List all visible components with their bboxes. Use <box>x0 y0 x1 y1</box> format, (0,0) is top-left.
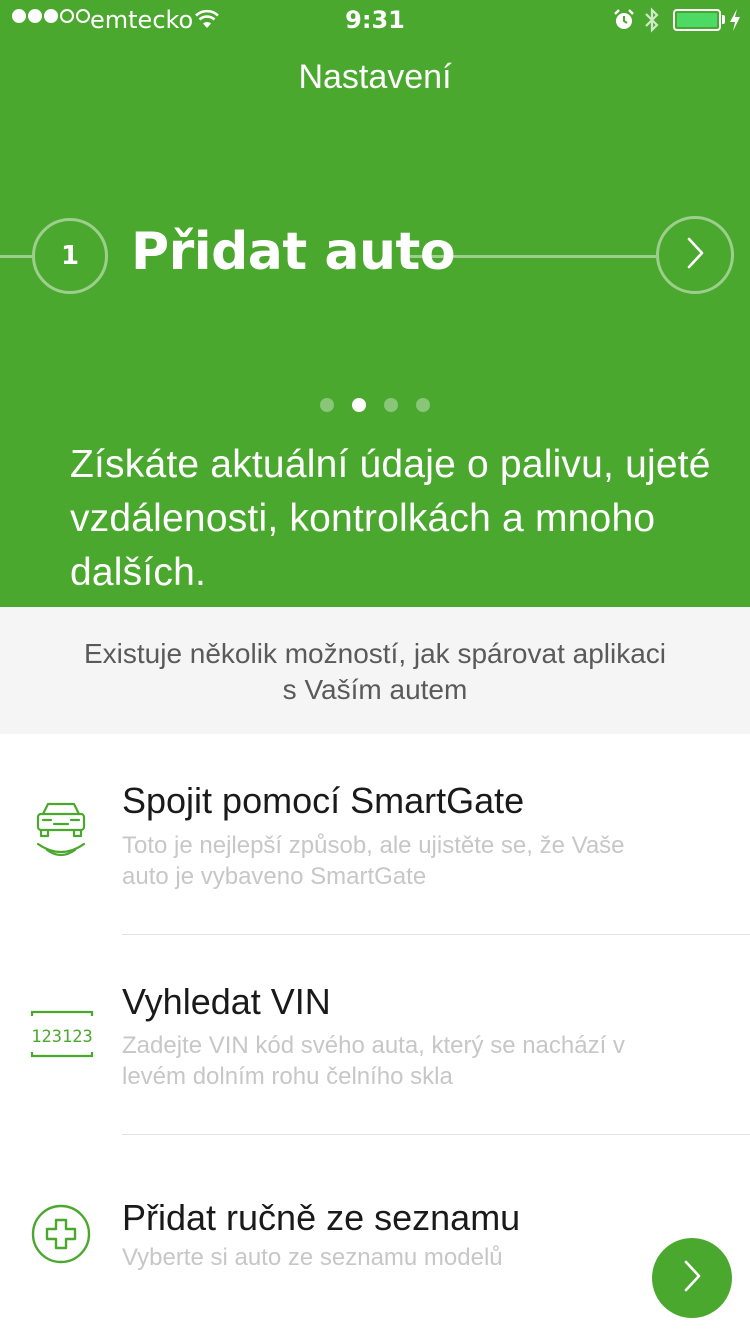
page-dot[interactable] <box>320 398 334 412</box>
battery-icon <box>673 9 721 31</box>
bluetooth-icon <box>643 6 661 40</box>
option-subtitle: Toto je nejlepší způsob, ale ujistěte se… <box>122 830 712 892</box>
page-title: Nastavení <box>298 58 452 96</box>
page-dot-active[interactable] <box>352 398 366 412</box>
progress-line-left <box>0 255 32 258</box>
chevron-right-icon <box>681 1259 703 1297</box>
page-dot[interactable] <box>384 398 398 412</box>
battery-level <box>677 13 717 27</box>
step-title: Přidat auto <box>131 222 456 282</box>
continue-fab-button[interactable] <box>652 1238 732 1318</box>
smartgate-car-icon <box>30 800 92 870</box>
status-bar: emtecko 9:31 <box>0 0 750 40</box>
option-add-manually[interactable]: Přidat ručně ze seznamu Vyberte si auto … <box>0 1135 750 1334</box>
option-subtitle-line: levém dolním rohu čelního skla <box>122 1063 453 1090</box>
clock-time: 9:31 <box>345 6 405 34</box>
option-subtitle-line: auto je vybaveno SmartGate <box>122 863 427 890</box>
option-title: Přidat ručně ze seznamu <box>122 1197 521 1238</box>
alarm-icon <box>612 8 636 38</box>
option-subtitle-line: Zadejte VIN kód svého auta, který se nac… <box>122 1032 625 1059</box>
step-description: Získáte aktuální údaje o palivu, ujeté v… <box>70 443 711 594</box>
option-smartgate[interactable]: Spojit pomocí SmartGate Toto je nejlepší… <box>0 734 750 934</box>
next-step-button[interactable] <box>656 216 734 294</box>
info-text-line2: s Vaším autem <box>282 674 468 705</box>
charging-bolt-icon <box>728 8 742 38</box>
pairing-info-banner: Existuje několik možností, jak spárovat … <box>0 607 750 734</box>
option-vin[interactable]: 123123 Vyhledat VIN Zadejte VIN kód svéh… <box>0 935 750 1134</box>
step-number-badge: 1 <box>32 218 108 294</box>
step-number: 1 <box>60 241 80 271</box>
option-subtitle: Zadejte VIN kód svého auta, který se nac… <box>122 1030 712 1092</box>
option-title: Vyhledat VIN <box>122 981 331 1022</box>
battery-tip <box>722 15 725 24</box>
info-text-line1: Existuje několik možností, jak spárovat … <box>83 638 667 669</box>
chevron-right-icon <box>683 235 707 275</box>
page-dot[interactable] <box>416 398 430 412</box>
header-panel: emtecko 9:31 Nastavení 1 Přidat auto Zís… <box>0 0 750 607</box>
page-indicator <box>0 398 750 412</box>
option-subtitle: Vyberte si auto ze seznamu modelů <box>122 1244 503 1271</box>
vin-icon-digits: 123123 <box>31 1027 92 1047</box>
option-title: Spojit pomocí SmartGate <box>122 780 525 821</box>
add-plus-icon <box>30 1203 92 1269</box>
option-subtitle-line: Toto je nejlepší způsob, ale ujistěte se… <box>122 832 625 859</box>
vin-code-icon: 123123 <box>30 1008 94 1064</box>
